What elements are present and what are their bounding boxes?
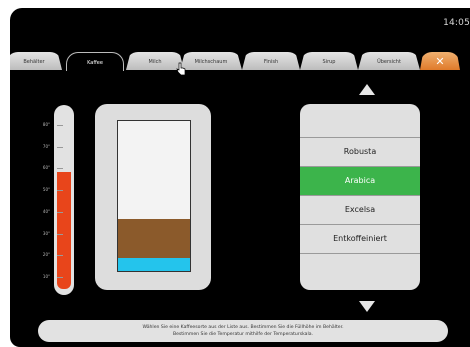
temperature-tick-label: 30° <box>42 230 50 236</box>
tab-milchschaum[interactable]: Milchschaum <box>180 52 242 70</box>
list-item-arabica[interactable]: Arabica <box>300 166 420 195</box>
list-item-entkoffeiniert[interactable]: Entkoffeiniert <box>300 224 420 254</box>
coffee-level <box>118 218 190 258</box>
instruction-line-2: Bestimmen Sie die Temperatur mithilfe de… <box>172 332 314 337</box>
scroll-down-arrow-icon[interactable] <box>359 301 375 312</box>
temperature-tick <box>57 255 63 257</box>
temperature-tick-label: 10° <box>42 274 50 279</box>
close-tab-button[interactable]: ✕ <box>420 52 460 70</box>
temperature-tick <box>57 233 63 235</box>
temperature-tick <box>57 125 63 126</box>
list-item-excelsa[interactable]: Excelsa <box>300 195 420 224</box>
tab-behaelter[interactable]: Behälter <box>10 52 62 70</box>
water-level <box>118 257 190 271</box>
tab-kaffee[interactable]: Kaffee <box>66 52 124 71</box>
instruction-line-1: Wählen Sie eine Kaffeesorte aus der List… <box>142 325 344 330</box>
temperature-fill <box>57 171 71 289</box>
temperature-tick <box>57 146 63 148</box>
temperature-tick-label: 60° <box>42 165 50 171</box>
temperature-tick-label: 70° <box>42 143 50 149</box>
tab-sirup[interactable]: Sirup <box>300 52 358 70</box>
clock: 14:05 <box>443 18 470 28</box>
temperature-tick-label: 50° <box>42 187 50 193</box>
scroll-up-arrow-icon[interactable] <box>359 84 375 95</box>
temperature-tick-label: 20° <box>42 252 50 258</box>
temperature-tick <box>57 277 63 278</box>
temperature-tick <box>57 168 63 170</box>
app-window: 14:05 Behälter Kaffee Milch Milchschaum … <box>10 8 470 347</box>
instruction-bar: Wählen Sie eine Kaffeesorte aus der List… <box>38 320 448 342</box>
coffee-type-list: Robusta Arabica Excelsa Entkoffeiniert <box>300 104 420 290</box>
tab-finish[interactable]: Finish <box>242 52 300 70</box>
temperature-scale[interactable] <box>54 105 74 295</box>
temperature-tick-label: 40° <box>42 208 50 214</box>
hand-cursor-icon <box>176 62 186 76</box>
temperature-tick <box>57 211 63 213</box>
tab-uebersicht[interactable]: Übersicht <box>358 52 420 70</box>
container[interactable] <box>117 120 191 272</box>
container-panel <box>95 104 211 290</box>
temperature-tick <box>57 190 63 192</box>
tab-bar: Behälter Kaffee Milch Milchschaum Finish… <box>10 52 470 72</box>
temperature-tick-label: 80° <box>42 122 50 127</box>
list-item-robusta[interactable]: Robusta <box>300 137 420 166</box>
